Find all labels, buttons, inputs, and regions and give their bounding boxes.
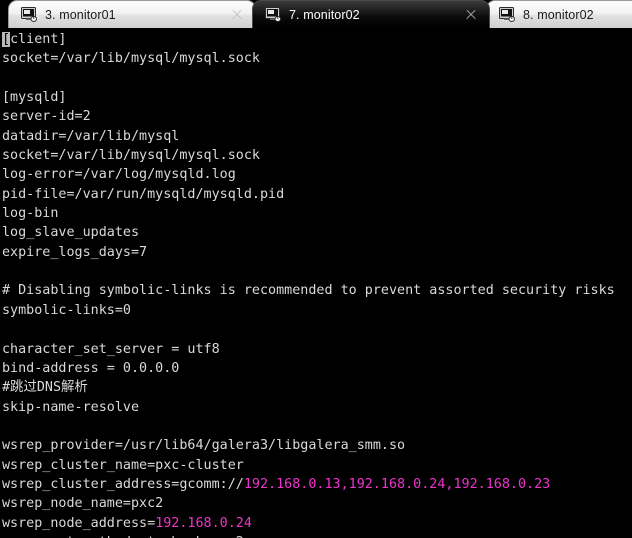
config-line: socket=/var/lib/mysql/mysql.sock [2,148,260,164]
config-line: datadir=/var/lib/mysql [2,128,180,144]
ip-address: 192.168.0.24 [155,515,252,531]
config-line: socket=/var/lib/mysql/mysql.sock [2,51,260,67]
config-line: symbolic-links=0 [2,302,131,318]
config-line: # Disabling symbolic-links is recommende… [2,283,615,299]
terminal-screen[interactable]: [client] socket=/var/lib/mysql/mysql.sock… [0,28,632,538]
config-line: [mysqld] [2,90,67,106]
config-line-cursor: [client] [2,32,67,47]
config-line: server-id=2 [2,109,91,125]
config-line: wsrep_sst_method=xtrabackup-v2 [2,533,632,538]
tab-bar: 3. monitor01 7. monitor02 8. monitor02 [0,0,632,28]
close-icon[interactable] [228,6,246,24]
config-line-wsrep-node-address: wsrep_node_address=192.168.0.24 [2,515,252,531]
config-line: expire_logs_days=7 [2,244,148,260]
config-line-wsrep-cluster-address: wsrep_cluster_address=gcomm://192.168.0.… [2,476,551,492]
config-line: bind-address = 0.0.0.0 [2,360,180,376]
config-line: pid-file=/var/run/mysqld/mysqld.pid [2,186,285,202]
config-line: log-bin [2,206,59,222]
monitor-icon [265,7,282,22]
close-icon[interactable] [462,6,480,24]
tab-monitor01[interactable]: 3. monitor01 [8,0,256,28]
text-cursor: [ [2,32,11,47]
vim-buffer[interactable]: [client] socket=/var/lib/mysql/mysql.sock… [2,30,632,538]
config-line: character_set_server = utf8 [2,341,220,357]
tab-monitor02-7[interactable]: 7. monitor02 [252,0,490,28]
tab-label: 3. monitor01 [45,7,116,22]
config-line: wsrep_node_name=pxc2 [2,496,164,512]
config-line: skip-name-resolve [2,399,140,415]
config-line: wsrep_provider=/usr/lib64/galera3/libgal… [2,438,406,454]
ip-address-list: 192.168.0.13,192.168.0.24,192.168.0.23 [243,476,551,492]
config-line: log-error=/var/log/mysqld.log [2,167,236,183]
tab-label: 8. monitor02 [523,7,594,22]
config-line: wsrep_cluster_name=pxc-cluster [2,457,244,473]
monitor-icon [21,7,38,22]
tab-monitor02-8[interactable]: 8. monitor02 [486,0,632,28]
monitor-icon [499,7,516,22]
config-line: #跳过DNS解析 [2,380,88,396]
tab-label: 7. monitor02 [289,7,360,22]
config-line: log_slave_updates [2,225,140,241]
